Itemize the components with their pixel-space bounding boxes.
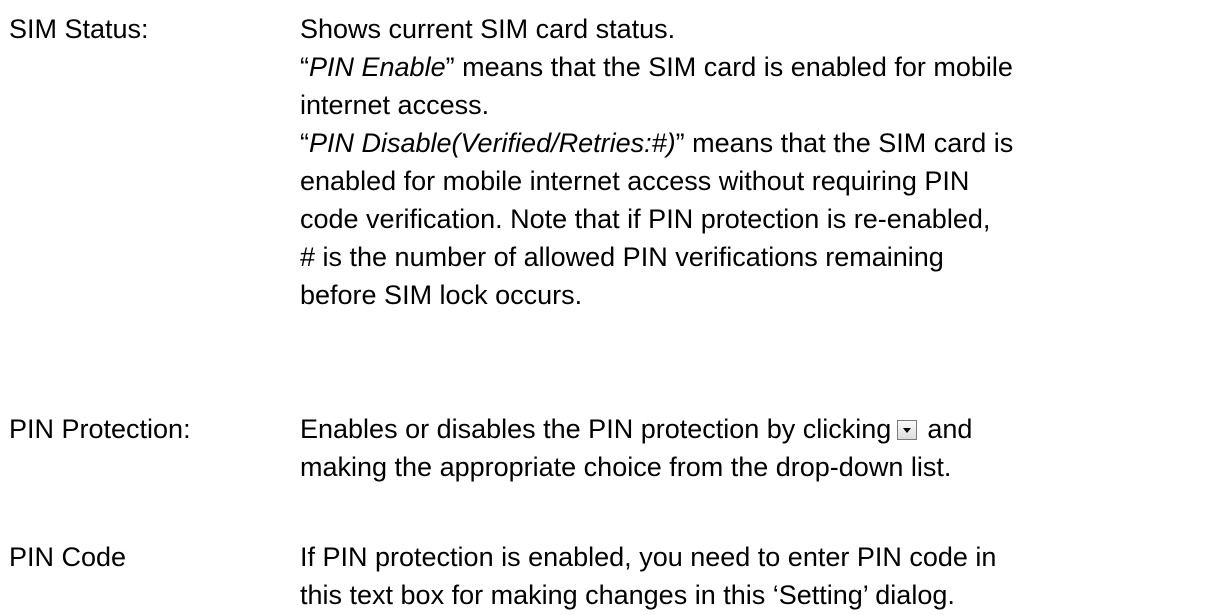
term-pin-disable: PIN Disable(Verified/Retries:#) — [309, 128, 676, 158]
desc-line: “PIN Enable” means that the SIM card is … — [300, 48, 1210, 86]
desc-sim-status: Shows current SIM card status. “PIN Enab… — [300, 10, 1210, 314]
desc-text: means that the SIM card is enabled for m… — [454, 52, 1013, 82]
desc-line: internet access. — [300, 90, 490, 120]
desc-text: Enables or disables the PIN protection b… — [300, 414, 892, 444]
desc-line: this text box for making changes in this… — [300, 580, 955, 610]
open-quote: “ — [300, 128, 309, 158]
close-quote: ” — [445, 52, 455, 82]
desc-pin-protection: Enables or disables the PIN protection b… — [300, 410, 1210, 486]
term-pin-code: PIN Code — [9, 542, 127, 572]
desc-pin-code: If PIN protection is enabled, you need t… — [300, 538, 1210, 614]
desc-line: # is the number of allowed PIN verificat… — [300, 242, 944, 272]
term-pin-protection: PIN Protection: — [9, 414, 191, 444]
term-sim-status: SIM Status: — [9, 14, 149, 44]
desc-line: Enables or disables the PIN protection b… — [300, 410, 1210, 448]
dropdown-arrow-icon[interactable] — [897, 420, 918, 440]
desc-text: means that the SIM card is — [684, 128, 1014, 158]
desc-line: “PIN Disable(Verified/Retries:#)” means … — [300, 124, 1210, 162]
desc-line: Shows current SIM card status. — [300, 14, 676, 44]
term-pin-enable: PIN Enable — [309, 52, 446, 82]
desc-line: If PIN protection is enabled, you need t… — [300, 542, 997, 572]
close-quote: ” — [675, 128, 685, 158]
desc-text: and — [927, 414, 973, 444]
open-quote: “ — [300, 52, 309, 82]
desc-line: code verification. Note that if PIN prot… — [300, 204, 991, 234]
desc-line: making the appropriate choice from the d… — [300, 452, 952, 482]
desc-line: enabled for mobile internet access witho… — [300, 166, 970, 196]
desc-line: before SIM lock occurs. — [300, 280, 583, 310]
